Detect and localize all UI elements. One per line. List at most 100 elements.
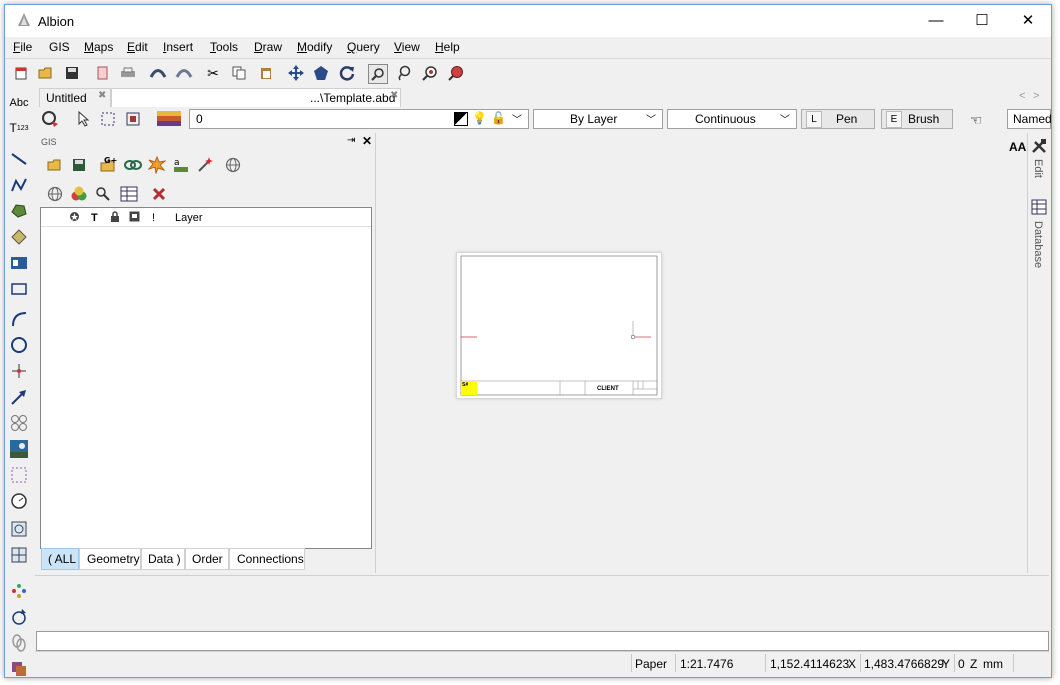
tab-template[interactable]: ...\Template.abd ✖ bbox=[111, 88, 401, 107]
layers-icon[interactable] bbox=[155, 109, 183, 129]
rotate-tool-icon[interactable] bbox=[9, 607, 29, 627]
zoom-lasso-icon[interactable] bbox=[395, 64, 413, 82]
tab-untitled[interactable]: Untitled ✖ bbox=[39, 88, 111, 107]
point-tool-icon[interactable] bbox=[9, 361, 29, 381]
save-icon[interactable] bbox=[69, 155, 89, 175]
space-mode[interactable]: Paper bbox=[635, 657, 667, 671]
arc-tool-icon[interactable] bbox=[9, 309, 29, 329]
arrow-tool-icon[interactable] bbox=[9, 387, 29, 407]
open-folder-icon[interactable] bbox=[37, 64, 55, 82]
drawing-canvas[interactable]: AA S# CLIENT bbox=[377, 133, 1027, 573]
tab-scroll-right-icon[interactable]: > bbox=[1033, 90, 1039, 102]
line-type-select[interactable]: Continuous ﹀ bbox=[667, 109, 797, 129]
lock-column-icon[interactable] bbox=[110, 211, 120, 226]
page-setup-icon[interactable] bbox=[93, 64, 111, 82]
line-tool-icon[interactable] bbox=[9, 149, 29, 169]
zoom-realtime-icon[interactable] bbox=[447, 64, 465, 82]
pin-icon[interactable]: ⇥ bbox=[347, 135, 355, 146]
text-size-toggle[interactable]: AA bbox=[1009, 140, 1026, 154]
undo-icon[interactable] bbox=[149, 64, 167, 82]
close-tab-icon[interactable]: ✖ bbox=[390, 90, 398, 101]
layers-stack-icon[interactable] bbox=[9, 659, 29, 677]
database-icon[interactable] bbox=[1031, 199, 1047, 218]
refresh-icon[interactable] bbox=[338, 64, 356, 82]
attribute-label-icon[interactable]: a bbox=[171, 155, 191, 175]
zoom-previous-icon[interactable] bbox=[421, 64, 439, 82]
frame-tool-icon[interactable] bbox=[9, 519, 29, 539]
table-icon[interactable] bbox=[119, 184, 139, 204]
menu-query[interactable]: Query bbox=[347, 40, 380, 54]
units-readout[interactable]: mm bbox=[983, 657, 1003, 671]
selection-area-icon[interactable] bbox=[9, 465, 29, 485]
menu-gis[interactable]: GIS bbox=[49, 40, 70, 54]
tools-icon[interactable] bbox=[1031, 138, 1047, 157]
pan-icon[interactable] bbox=[287, 64, 305, 82]
redo-icon[interactable] bbox=[175, 64, 193, 82]
select-object-icon[interactable] bbox=[124, 110, 142, 128]
hatch-tool-icon[interactable] bbox=[9, 227, 29, 247]
pointer-icon[interactable] bbox=[75, 110, 93, 128]
menu-help[interactable]: Help bbox=[435, 40, 460, 54]
tab-data[interactable]: Data ) bbox=[141, 548, 185, 570]
link-tool-icon[interactable] bbox=[9, 633, 29, 653]
layer-column-header[interactable]: Layer bbox=[175, 212, 203, 224]
scale-readout[interactable]: 1:21.7476 bbox=[680, 657, 733, 671]
minimize-button[interactable]: — bbox=[913, 5, 959, 37]
paper-sheet[interactable]: S# CLIENT bbox=[456, 252, 662, 399]
print-column-icon[interactable] bbox=[129, 211, 140, 225]
tab-order[interactable]: Order bbox=[185, 548, 229, 570]
status-column-header[interactable]: ! bbox=[152, 212, 155, 224]
menu-file[interactable]: File bbox=[13, 40, 32, 54]
globe-icon[interactable] bbox=[223, 155, 243, 175]
grid-tool-icon[interactable] bbox=[9, 545, 29, 565]
lightbulb-icon[interactable]: 💡 bbox=[472, 111, 487, 125]
menu-edit[interactable]: Edit bbox=[127, 40, 148, 54]
tab-edit[interactable]: Edit bbox=[1032, 159, 1044, 178]
zoom-extents-icon[interactable] bbox=[312, 64, 330, 82]
visibility-column-icon[interactable] bbox=[69, 211, 80, 225]
select-circle-icon[interactable] bbox=[41, 110, 59, 128]
gis-connect-icon[interactable] bbox=[123, 155, 143, 175]
menu-draw[interactable]: Draw bbox=[254, 40, 282, 54]
globe-icon[interactable] bbox=[45, 184, 65, 204]
zoom-window-icon[interactable] bbox=[368, 64, 388, 84]
polygon-tool-icon[interactable] bbox=[9, 201, 29, 221]
tab-database[interactable]: Database bbox=[1032, 221, 1044, 268]
named-style-select[interactable]: Named bbox=[1007, 109, 1051, 129]
save-icon[interactable] bbox=[63, 64, 81, 82]
menu-modify[interactable]: Modify bbox=[297, 40, 332, 54]
text-style-icon[interactable]: T 123 bbox=[9, 118, 29, 138]
menu-tools[interactable]: Tools bbox=[210, 40, 238, 54]
tab-scroll-left-icon[interactable]: < bbox=[1019, 90, 1025, 102]
brush-button[interactable]: E Brush bbox=[881, 109, 953, 129]
magic-wand-icon[interactable] bbox=[195, 155, 215, 175]
image-tool-icon[interactable] bbox=[9, 439, 29, 459]
text-tool-icon[interactable]: Abc bbox=[9, 93, 29, 113]
cut-icon[interactable]: ✂ bbox=[204, 64, 222, 82]
polyline-tool-icon[interactable] bbox=[9, 175, 29, 195]
open-folder-icon[interactable] bbox=[45, 155, 65, 175]
scatter-points-icon[interactable] bbox=[9, 581, 29, 601]
lock-open-icon[interactable]: 🔓 bbox=[491, 111, 506, 125]
menu-insert[interactable]: Insert bbox=[163, 40, 193, 54]
color-theme-icon[interactable] bbox=[69, 184, 89, 204]
block-tool-icon[interactable] bbox=[9, 253, 29, 273]
measure-tool-icon[interactable] bbox=[9, 491, 29, 511]
layer-select[interactable]: 0 💡 🔓 ﹀ bbox=[189, 109, 529, 129]
pen-button[interactable]: L Pen bbox=[801, 109, 875, 129]
close-button[interactable]: ✕ bbox=[1005, 5, 1051, 37]
symbol-tool-icon[interactable] bbox=[9, 413, 29, 433]
menu-view[interactable]: View bbox=[394, 40, 420, 54]
text-column-header[interactable]: T bbox=[91, 212, 98, 224]
menu-maps[interactable]: Maps bbox=[84, 40, 113, 54]
rectangle-tool-icon[interactable] bbox=[9, 279, 29, 299]
copy-icon[interactable] bbox=[230, 64, 248, 82]
delete-icon[interactable] bbox=[149, 184, 169, 204]
close-tab-icon[interactable]: ✖ bbox=[98, 90, 106, 101]
layer-list[interactable]: T ! Layer bbox=[40, 207, 372, 549]
tab-geometry[interactable]: Geometry bbox=[79, 548, 141, 570]
burst-icon[interactable] bbox=[147, 155, 167, 175]
tab-all[interactable]: ( ALL bbox=[41, 548, 79, 570]
add-gis-layer-icon[interactable]: G+ bbox=[99, 155, 119, 175]
command-line-input[interactable] bbox=[36, 631, 1049, 651]
